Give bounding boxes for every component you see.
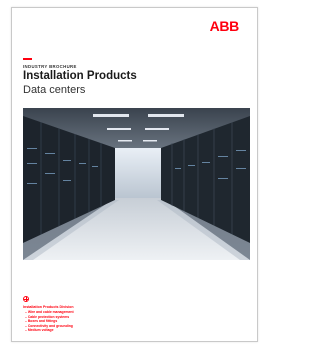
data-center-photo (23, 108, 250, 260)
list-item: Wire and cable management (25, 310, 74, 315)
abb-logo: ABB (209, 18, 240, 34)
page-subtitle: Data centers (23, 84, 86, 96)
accent-bar (23, 58, 32, 60)
list-item: Medium voltage (25, 328, 74, 333)
plus-circle-icon (23, 296, 29, 302)
footer-heading: Installation Products Division (23, 305, 74, 309)
brochure-cover: ABB INDUSTRY BROCHURE Installation Produ… (11, 7, 258, 342)
page-title: Installation Products (23, 70, 137, 82)
product-list: Wire and cable management Cable protecti… (25, 310, 74, 333)
eyebrow-label: INDUSTRY BROCHURE (23, 64, 77, 69)
